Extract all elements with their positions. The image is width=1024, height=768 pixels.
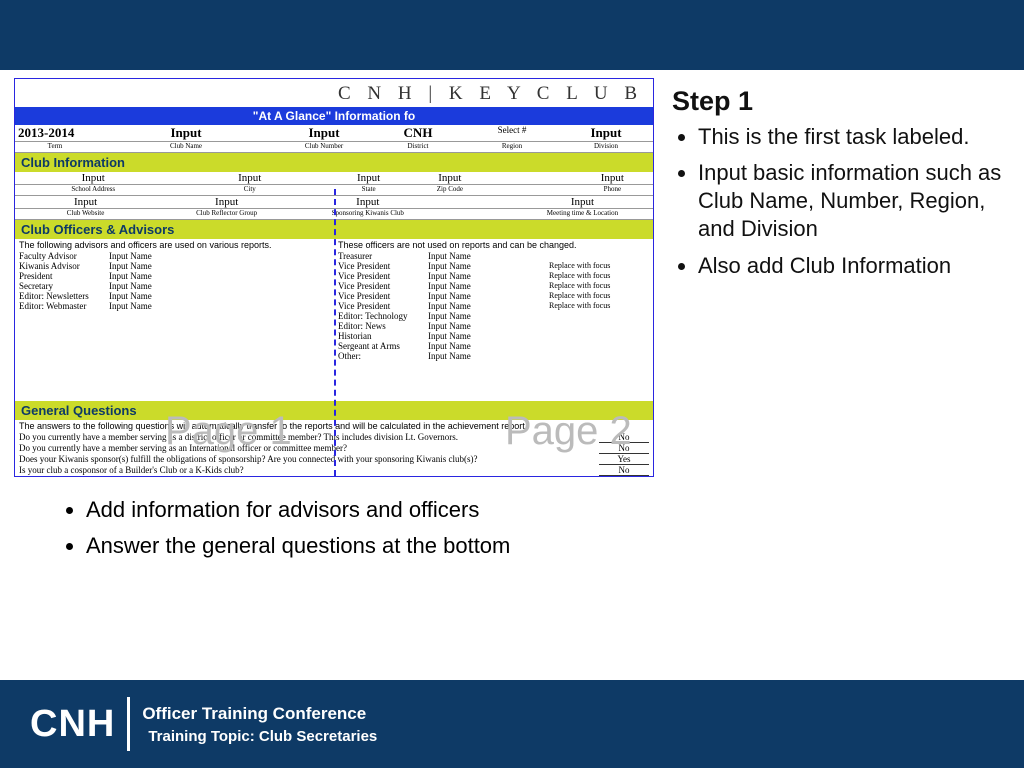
- d1: Input: [156, 196, 297, 208]
- officers-left: Faculty AdvisorInput NameKiwanis Advisor…: [15, 251, 334, 401]
- c3: Input: [409, 172, 490, 184]
- l3: District: [371, 142, 465, 152]
- c1: Input: [172, 172, 329, 184]
- c4: [491, 172, 572, 184]
- officer-row: Vice PresidentInput NameReplace with foc…: [334, 271, 653, 281]
- officer-row: Other:Input Name: [334, 351, 653, 361]
- bullet-2: Input basic information such as Club Nam…: [698, 159, 1010, 243]
- officer-row: Faculty AdvisorInput Name: [15, 251, 334, 261]
- v1: Input: [277, 125, 371, 141]
- officer-row: PresidentInput Name: [15, 271, 334, 281]
- cl1: City: [172, 185, 329, 195]
- l2: Club Number: [277, 142, 371, 152]
- side-bullets: This is the first task labeled. Input ba…: [672, 123, 1010, 280]
- footer-divider: [127, 697, 130, 751]
- officer-row: Vice PresidentInput NameReplace with foc…: [334, 291, 653, 301]
- officer-row: Editor: WebmasterInput Name: [15, 301, 334, 311]
- d3: [438, 196, 512, 208]
- form-brand: C N H | K E Y C L U B: [15, 79, 653, 107]
- dl4: Meeting time & Location: [512, 209, 653, 219]
- officer-row: Vice PresidentInput NameReplace with foc…: [334, 261, 653, 271]
- footer-logo: CNH: [30, 703, 115, 746]
- dl1: Club Reflector Group: [156, 209, 297, 219]
- dl0: Club Website: [15, 209, 156, 219]
- form-top-row: 2013-2014 Input Input CNH Select # Input: [15, 125, 653, 142]
- term-value: 2013-2014: [15, 125, 95, 141]
- bullet-3: Also add Club Information: [698, 252, 1010, 280]
- v0: Input: [95, 125, 277, 141]
- v3: Select #: [465, 125, 559, 141]
- step-heading: Step 1: [672, 86, 1010, 117]
- officers-right: TreasurerInput NameVice PresidentInput N…: [334, 251, 653, 401]
- officer-row: Editor: NewsInput Name: [334, 321, 653, 331]
- cl2: State: [328, 185, 409, 195]
- note-left: The following advisors and officers are …: [15, 239, 334, 251]
- officer-row: Sergeant at ArmsInput Name: [334, 341, 653, 351]
- l0: Term: [15, 142, 95, 152]
- note-right: These officers are not used on reports a…: [334, 239, 653, 251]
- form-top-labels: Term Club Name Club Number District Regi…: [15, 142, 653, 153]
- v4: Input: [559, 125, 653, 141]
- ci-row1: Input Input Input Input Input: [15, 172, 653, 185]
- below-bullet-1: Add information for advisors and officer…: [86, 497, 984, 523]
- main-content: C N H | K E Y C L U B "At A Glance" Info…: [0, 70, 1024, 477]
- footer-line1: Officer Training Conference: [142, 704, 377, 724]
- officer-row: Vice PresidentInput NameReplace with foc…: [334, 281, 653, 291]
- officer-row: Vice PresidentInput NameReplace with foc…: [334, 301, 653, 311]
- cl3: Zip Code: [409, 185, 490, 195]
- footer-lines: Officer Training Conference Training Top…: [142, 704, 377, 745]
- below-bullet-2: Answer the general questions at the bott…: [86, 533, 984, 559]
- d0: Input: [15, 196, 156, 208]
- side-text: Step 1 This is the first task labeled. I…: [672, 78, 1010, 477]
- form-title-bar: "At A Glance" Information fo: [15, 107, 653, 125]
- l4: Region: [465, 142, 559, 152]
- top-color-bar: [0, 0, 1024, 70]
- officer-row: Kiwanis AdvisorInput Name: [15, 261, 334, 271]
- page-divider: [334, 189, 336, 476]
- d2: Input: [297, 196, 438, 208]
- dl2: Sponsoring Kiwanis Club: [297, 209, 438, 219]
- footer-bar: CNH Officer Training Conference Training…: [0, 680, 1024, 768]
- below-text: Add information for advisors and officer…: [0, 477, 1024, 559]
- officer-row: Editor: TechnologyInput Name: [334, 311, 653, 321]
- section-club-info: Club Information: [15, 153, 653, 172]
- cl0: School Address: [15, 185, 172, 195]
- l1: Club Name: [95, 142, 277, 152]
- footer-line2: Training Topic: Club Secretaries: [142, 724, 377, 745]
- l5: Division: [559, 142, 653, 152]
- v2: CNH: [371, 125, 465, 141]
- cl5: Phone: [572, 185, 653, 195]
- dl3: [438, 209, 512, 219]
- d4: Input: [512, 196, 653, 208]
- form-screenshot: C N H | K E Y C L U B "At A Glance" Info…: [14, 78, 654, 477]
- bullet-1: This is the first task labeled.: [698, 123, 1010, 151]
- c2: Input: [328, 172, 409, 184]
- officer-row: TreasurerInput Name: [334, 251, 653, 261]
- officer-row: SecretaryInput Name: [15, 281, 334, 291]
- c0: Input: [15, 172, 172, 184]
- officer-row: HistorianInput Name: [334, 331, 653, 341]
- c5: Input: [572, 172, 653, 184]
- cl4: [491, 185, 572, 195]
- officer-row: Editor: NewslettersInput Name: [15, 291, 334, 301]
